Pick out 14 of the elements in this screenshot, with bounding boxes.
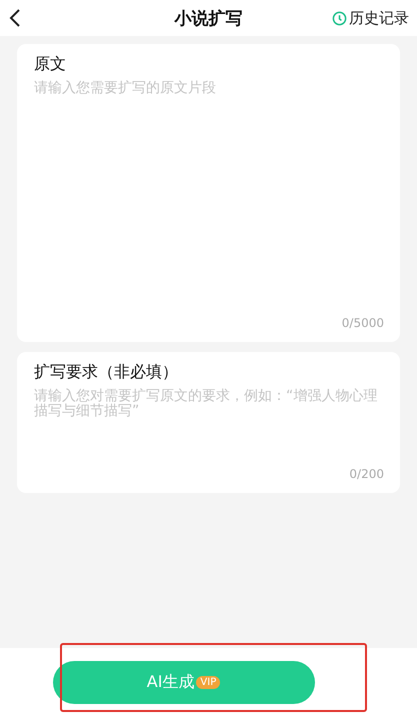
placeholder-text: 请输入您对需要扩写原文的要求，例如：“增强人物心理描写与细节描写” [34,389,378,419]
page-title: 小说扩写 [174,8,242,28]
text-area-field[interactable]: 扩写要求（非必填） 请输入您对需要扩写原文的要求，例如：“增强人物心理描写与细节描写” 0/200 [17,352,400,493]
back-icon [8,8,22,28]
character-counter: 0/5000 [342,316,384,330]
vip-badge: VIP [196,676,220,688]
placeholder-text: 请输入您需要扩写的原文片段 [34,81,216,96]
field-label: 扩写要求（非必填） [34,362,178,383]
field-label: 原文 [34,54,66,75]
clock-icon [332,10,347,26]
history-link[interactable]: 历史记录 [332,8,409,28]
text-area-field[interactable]: 原文 请输入您需要扩写的原文片段 0/5000 [17,44,400,342]
back-button[interactable] [8,8,22,28]
character-counter: 0/200 [349,467,384,481]
